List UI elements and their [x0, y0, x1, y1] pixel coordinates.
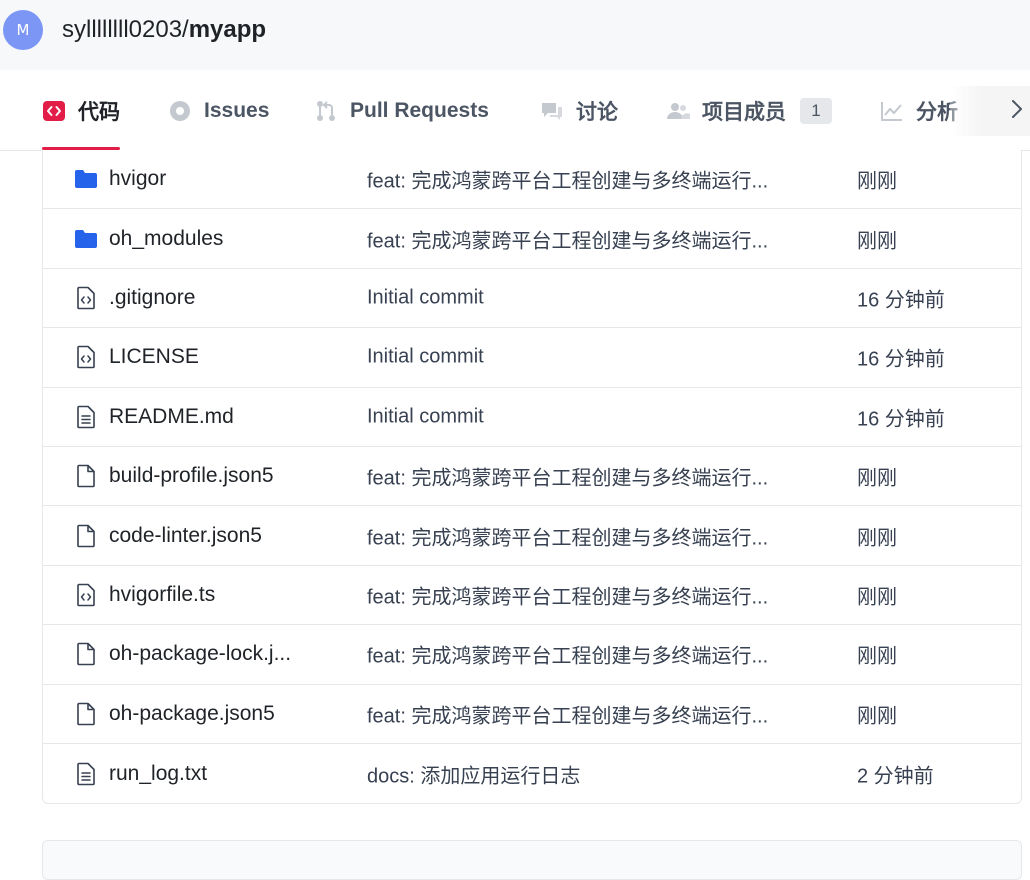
repo-tabs: 代码 Issues Pull Requests 讨论 项目成员 1 分析	[0, 72, 1030, 151]
text-file-icon	[73, 761, 99, 787]
commit-time: 16 分钟前	[857, 348, 945, 371]
tab-discussion-label: 讨论	[576, 101, 618, 124]
tabs-scroll-right[interactable]	[950, 86, 1030, 136]
text-file-icon	[73, 404, 99, 430]
commit-time: 2 分钟前	[857, 765, 934, 788]
path-separator: /	[182, 16, 189, 43]
commit-time: 刚刚	[857, 586, 897, 609]
folder-icon	[73, 166, 99, 192]
tab-members[interactable]: 项目成员 1	[666, 72, 832, 150]
readme-panel	[42, 840, 1022, 880]
code-icon	[42, 99, 66, 123]
commit-message-link[interactable]: feat: 完成鸿蒙跨平台工程创建与多终端运行...	[367, 699, 768, 728]
commit-time: 刚刚	[857, 467, 897, 490]
commit-message-link[interactable]: feat: 完成鸿蒙跨平台工程创建与多终端运行...	[367, 580, 768, 609]
commit-time: 刚刚	[857, 170, 897, 193]
commit-message-link[interactable]: feat: 完成鸿蒙跨平台工程创建与多终端运行...	[367, 462, 768, 491]
tab-code-label: 代码	[78, 101, 120, 124]
tab-code[interactable]: 代码	[42, 72, 120, 150]
file-name-link[interactable]: code-linter.json5	[109, 524, 262, 548]
discussion-icon	[540, 99, 564, 123]
commit-message-link[interactable]: Initial commit	[367, 405, 484, 428]
repo-owner-link[interactable]: syllllllll0203	[62, 16, 182, 43]
file-row[interactable]: run_log.txt docs: 添加应用运行日志 2 分钟前	[43, 744, 1021, 803]
commit-time: 16 分钟前	[857, 289, 945, 312]
file-name-link[interactable]: oh-package-lock.j...	[109, 642, 291, 666]
code-file-icon	[73, 582, 99, 608]
repo-header: M syllllllll0203/myapp	[0, 0, 1030, 70]
tab-pull-requests[interactable]: Pull Requests	[314, 72, 489, 150]
commit-message-link[interactable]: feat: 完成鸿蒙跨平台工程创建与多终端运行...	[367, 165, 768, 194]
file-name-link[interactable]: hvigor	[109, 167, 166, 191]
file-table: hvigor feat: 完成鸿蒙跨平台工程创建与多终端运行... 刚刚 oh_mod…	[42, 150, 1022, 804]
file-name-link[interactable]: run_log.txt	[109, 762, 207, 786]
commit-message-link[interactable]: feat: 完成鸿蒙跨平台工程创建与多终端运行...	[367, 224, 768, 253]
file-name-link[interactable]: oh-package.json5	[109, 702, 275, 726]
analytics-icon	[880, 99, 904, 123]
file-row[interactable]: hvigor feat: 完成鸿蒙跨平台工程创建与多终端运行... 刚刚	[43, 150, 1021, 210]
file-row[interactable]: .gitignore Initial commit 16 分钟前	[43, 269, 1021, 329]
file-name-link[interactable]: oh_modules	[109, 227, 223, 251]
code-file-icon	[73, 285, 99, 311]
avatar[interactable]: M	[3, 10, 43, 50]
file-row[interactable]: code-linter.json5 feat: 完成鸿蒙跨平台工程创建与多终端运行…	[43, 506, 1021, 566]
issues-icon	[168, 99, 192, 123]
commit-message-link[interactable]: feat: 完成鸿蒙跨平台工程创建与多终端运行...	[367, 640, 768, 669]
commit-message-link[interactable]: Initial commit	[367, 346, 484, 369]
file-row[interactable]: README.md Initial commit 16 分钟前	[43, 388, 1021, 447]
file-icon	[73, 641, 99, 667]
commit-time: 刚刚	[857, 645, 897, 668]
tab-issues-label: Issues	[204, 99, 270, 122]
file-name-link[interactable]: LICENSE	[109, 345, 199, 369]
file-row[interactable]: hvigorfile.ts feat: 完成鸿蒙跨平台工程创建与多终端运行... 刚…	[43, 566, 1021, 626]
file-row[interactable]: oh-package.json5 feat: 完成鸿蒙跨平台工程创建与多终端运行.…	[43, 685, 1021, 744]
tab-members-label: 项目成员	[702, 101, 786, 124]
commit-message-link[interactable]: feat: 完成鸿蒙跨平台工程创建与多终端运行...	[367, 521, 768, 550]
tab-analytics[interactable]: 分析	[880, 72, 958, 150]
commit-message-link[interactable]: docs: 添加应用运行日志	[367, 759, 580, 788]
tab-discussion[interactable]: 讨论	[540, 72, 618, 150]
commit-time: 16 分钟前	[857, 408, 945, 431]
repo-path: syllllllll0203/myapp	[62, 14, 266, 46]
code-file-icon	[73, 344, 99, 370]
members-icon	[666, 99, 690, 123]
commit-message-link[interactable]: Initial commit	[367, 286, 484, 309]
commit-time: 刚刚	[857, 230, 897, 253]
file-icon	[73, 463, 99, 489]
chevron-right-icon	[1006, 98, 1026, 125]
repo-name-link[interactable]: myapp	[189, 16, 266, 43]
commit-time: 刚刚	[857, 527, 897, 550]
pull-request-icon	[314, 99, 338, 123]
file-name-link[interactable]: build-profile.json5	[109, 464, 274, 488]
commit-time: 刚刚	[857, 705, 897, 728]
file-row[interactable]: oh_modules feat: 完成鸿蒙跨平台工程创建与多终端运行... 刚刚	[43, 209, 1021, 269]
file-name-link[interactable]: hvigorfile.ts	[109, 583, 215, 607]
file-icon	[73, 701, 99, 727]
members-count-badge: 1	[800, 98, 832, 124]
file-name-link[interactable]: README.md	[109, 405, 234, 429]
file-row[interactable]: oh-package-lock.j... feat: 完成鸿蒙跨平台工程创建与多终…	[43, 625, 1021, 685]
tab-issues[interactable]: Issues	[168, 72, 269, 150]
folder-icon	[73, 226, 99, 252]
file-icon	[73, 523, 99, 549]
tab-pull-requests-label: Pull Requests	[350, 99, 489, 122]
file-row[interactable]: build-profile.json5 feat: 完成鸿蒙跨平台工程创建与多终端…	[43, 447, 1021, 507]
file-name-link[interactable]: .gitignore	[109, 286, 195, 310]
file-row[interactable]: LICENSE Initial commit 16 分钟前	[43, 328, 1021, 388]
